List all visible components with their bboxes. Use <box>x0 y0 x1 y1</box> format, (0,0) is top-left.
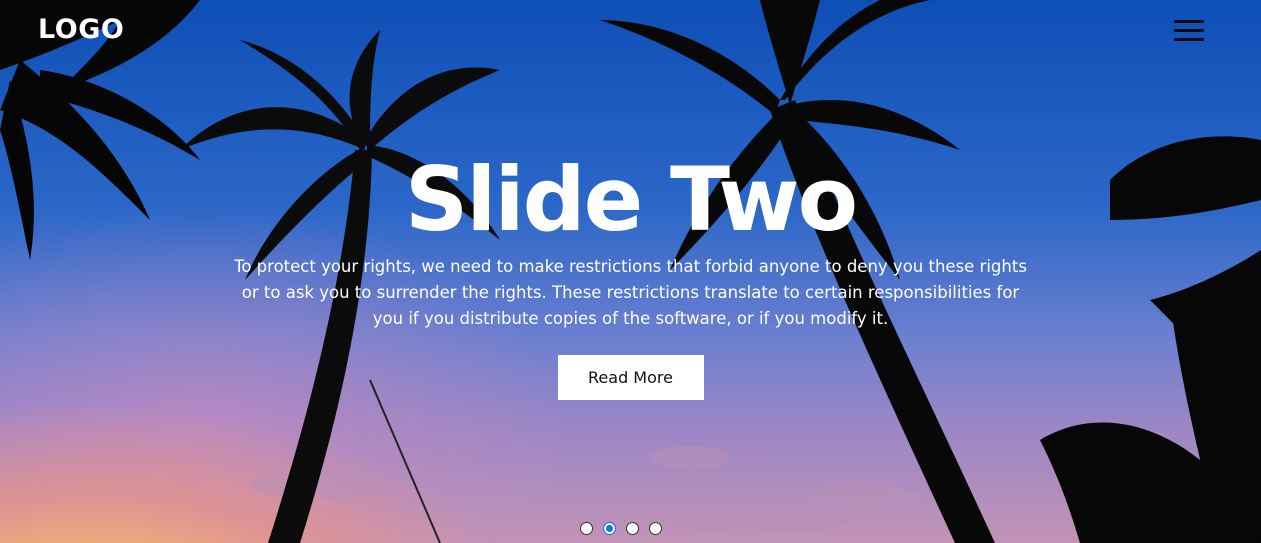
menu-line <box>1174 20 1204 23</box>
slide-content: Slide Two To protect your rights, we nee… <box>0 150 1261 400</box>
menu-line <box>1174 38 1204 41</box>
slide-dot-3[interactable] <box>626 522 639 535</box>
slide-title: Slide Two <box>404 148 858 251</box>
read-more-button[interactable]: Read More <box>557 355 704 400</box>
hamburger-menu-icon[interactable] <box>1170 18 1206 46</box>
slide-dot-1[interactable] <box>580 522 593 535</box>
slide-dot-4[interactable] <box>649 522 662 535</box>
hero-slider: LOGO Slide Two To protect your rights, w… <box>0 0 1261 543</box>
menu-line <box>1174 29 1204 32</box>
logo[interactable]: LOGO <box>38 14 124 45</box>
slide-dot-2[interactable] <box>603 522 616 535</box>
slider-pagination <box>580 522 670 536</box>
navbar: LOGO <box>0 0 1261 64</box>
slide-description: To protect your rights, we need to make … <box>234 257 1027 328</box>
